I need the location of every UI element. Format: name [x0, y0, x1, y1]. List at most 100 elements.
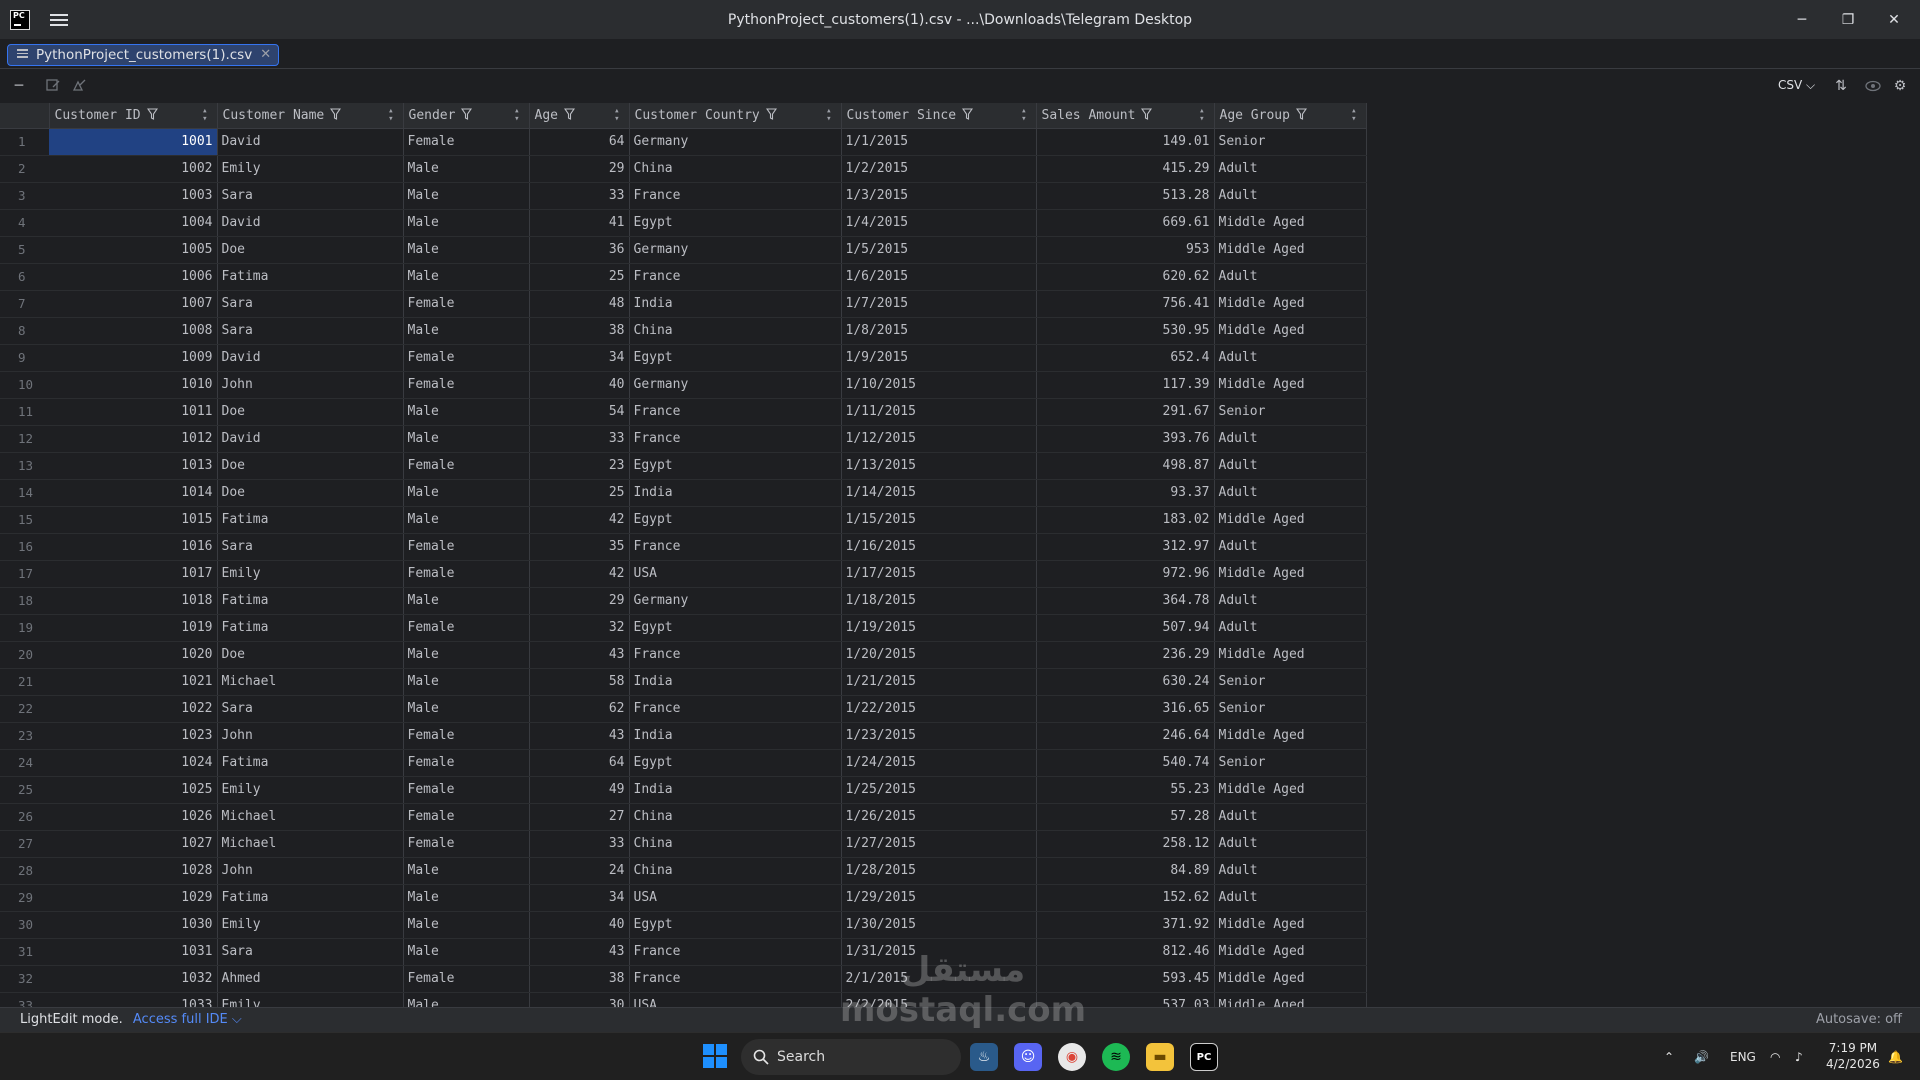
table-cell[interactable]: 117.39	[1036, 371, 1215, 399]
table-cell[interactable]: 1/10/2015	[841, 371, 1037, 399]
table-cell[interactable]: 38	[529, 965, 630, 993]
table-cell[interactable]: John	[217, 857, 404, 885]
column-header[interactable]: Customer ID ▴ ▾	[49, 103, 218, 129]
collapse-icon[interactable]: ─	[10, 77, 28, 95]
table-cell[interactable]: 1/29/2015	[841, 884, 1037, 912]
table-cell[interactable]: 48	[529, 290, 630, 318]
filter-icon[interactable]	[146, 108, 158, 120]
table-cell[interactable]: Emily	[217, 776, 404, 804]
table-cell[interactable]: 972.96	[1036, 560, 1215, 588]
table-cell[interactable]: France	[629, 398, 842, 426]
table-cell[interactable]: 1021	[49, 668, 218, 696]
table-cell[interactable]: 530.95	[1036, 317, 1215, 345]
taskbar-search[interactable]: Search	[741, 1039, 961, 1075]
table-cell[interactable]: 1/14/2015	[841, 479, 1037, 507]
table-cell[interactable]: Male	[403, 236, 530, 264]
table-cell[interactable]: 364.78	[1036, 587, 1215, 615]
table-cell[interactable]: 41	[529, 209, 630, 237]
filter-icon[interactable]	[1295, 108, 1307, 120]
table-cell[interactable]: 27	[529, 803, 630, 831]
volume-icon[interactable]: ♪	[1795, 1033, 1803, 1080]
table-cell[interactable]: Middle Aged	[1214, 776, 1367, 804]
tab-customers-csv[interactable]: PythonProject_customers(1).csv ✕	[7, 44, 280, 66]
table-cell[interactable]: 630.24	[1036, 668, 1215, 696]
table-cell[interactable]: Michael	[217, 668, 404, 696]
table-cell[interactable]: 1012	[49, 425, 218, 453]
transpose-icon[interactable]: ⇅	[1832, 77, 1850, 95]
table-cell[interactable]: Middle Aged	[1214, 209, 1367, 237]
table-cell[interactable]: Male	[403, 398, 530, 426]
table-cell[interactable]: Egypt	[629, 911, 842, 939]
table-cell[interactable]: Male	[403, 506, 530, 534]
table-cell[interactable]: France	[629, 695, 842, 723]
minimize-button[interactable]: ─	[1779, 0, 1825, 40]
table-cell[interactable]: 1030	[49, 911, 218, 939]
close-window-button[interactable]: ✕	[1871, 0, 1917, 40]
table-cell[interactable]: 1022	[49, 695, 218, 723]
filter-icon[interactable]	[1141, 108, 1153, 120]
table-cell[interactable]: 1/12/2015	[841, 425, 1037, 453]
table-cell[interactable]: 1/11/2015	[841, 398, 1037, 426]
table-cell[interactable]: 1014	[49, 479, 218, 507]
table-cell[interactable]: Adult	[1214, 155, 1367, 183]
table-cell[interactable]: Sara	[217, 533, 404, 561]
table-cell[interactable]: Senior	[1214, 695, 1367, 723]
table-cell[interactable]: Female	[403, 290, 530, 318]
table-cell[interactable]: 42	[529, 560, 630, 588]
table-cell[interactable]: Female	[403, 128, 530, 156]
table-cell[interactable]: Egypt	[629, 506, 842, 534]
table-cell[interactable]: Female	[403, 533, 530, 561]
table-cell[interactable]: 1/27/2015	[841, 830, 1037, 858]
table-cell[interactable]: Middle Aged	[1214, 290, 1367, 318]
access-full-ide-link[interactable]: Access full IDE ⌵	[133, 1012, 242, 1027]
table-cell[interactable]: Emily	[217, 155, 404, 183]
table-cell[interactable]: 393.76	[1036, 425, 1215, 453]
table-cell[interactable]: 1003	[49, 182, 218, 210]
table-cell[interactable]: Germany	[629, 128, 842, 156]
table-cell[interactable]: Female	[403, 371, 530, 399]
sort-icon[interactable]: ▴ ▾	[202, 107, 207, 124]
table-cell[interactable]: Doe	[217, 398, 404, 426]
table-cell[interactable]: Germany	[629, 371, 842, 399]
table-cell[interactable]: 34	[529, 344, 630, 372]
table-cell[interactable]: 1/18/2015	[841, 587, 1037, 615]
taskbar-clock[interactable]: 7:19 PM 4/2/2026	[1826, 1040, 1880, 1072]
table-cell[interactable]: 42	[529, 506, 630, 534]
table-cell[interactable]: 1018	[49, 587, 218, 615]
table-cell[interactable]: 32	[529, 614, 630, 642]
table-cell[interactable]: India	[629, 668, 842, 696]
table-cell[interactable]: Emily	[217, 560, 404, 588]
table-cell[interactable]: 1/1/2015	[841, 128, 1037, 156]
table-cell[interactable]: Female	[403, 776, 530, 804]
table-cell[interactable]: Adult	[1214, 803, 1367, 831]
table-cell[interactable]: Female	[403, 965, 530, 993]
table-cell[interactable]: 1016	[49, 533, 218, 561]
table-cell[interactable]: 23	[529, 452, 630, 480]
table-cell[interactable]: Adult	[1214, 884, 1367, 912]
sort-icon[interactable]: ▴ ▾	[614, 107, 619, 124]
table-cell[interactable]: John	[217, 371, 404, 399]
table-cell[interactable]: Male	[403, 857, 530, 885]
table-cell[interactable]: Adult	[1214, 614, 1367, 642]
table-cell[interactable]: 64	[529, 128, 630, 156]
table-cell[interactable]: France	[629, 182, 842, 210]
table-cell[interactable]: 371.92	[1036, 911, 1215, 939]
table-cell[interactable]: Fatima	[217, 884, 404, 912]
table-cell[interactable]: China	[629, 830, 842, 858]
table-cell[interactable]: Emily	[217, 992, 404, 1007]
table-cell[interactable]: France	[629, 263, 842, 291]
table-cell[interactable]: 1005	[49, 236, 218, 264]
table-cell[interactable]: 507.94	[1036, 614, 1215, 642]
table-cell[interactable]: 620.62	[1036, 263, 1215, 291]
table-cell[interactable]: 1/6/2015	[841, 263, 1037, 291]
format-select[interactable]: CSV ⌵	[1778, 78, 1815, 93]
sort-icon[interactable]: ▴ ▾	[514, 107, 519, 124]
table-cell[interactable]: France	[629, 425, 842, 453]
table-cell[interactable]: 1020	[49, 641, 218, 669]
table-cell[interactable]: Middle Aged	[1214, 506, 1367, 534]
table-cell[interactable]: Egypt	[629, 452, 842, 480]
column-header[interactable]: Age Group ▴ ▾	[1214, 103, 1367, 129]
table-cell[interactable]: Fatima	[217, 749, 404, 777]
table-cell[interactable]: 84.89	[1036, 857, 1215, 885]
table-cell[interactable]: Adult	[1214, 344, 1367, 372]
